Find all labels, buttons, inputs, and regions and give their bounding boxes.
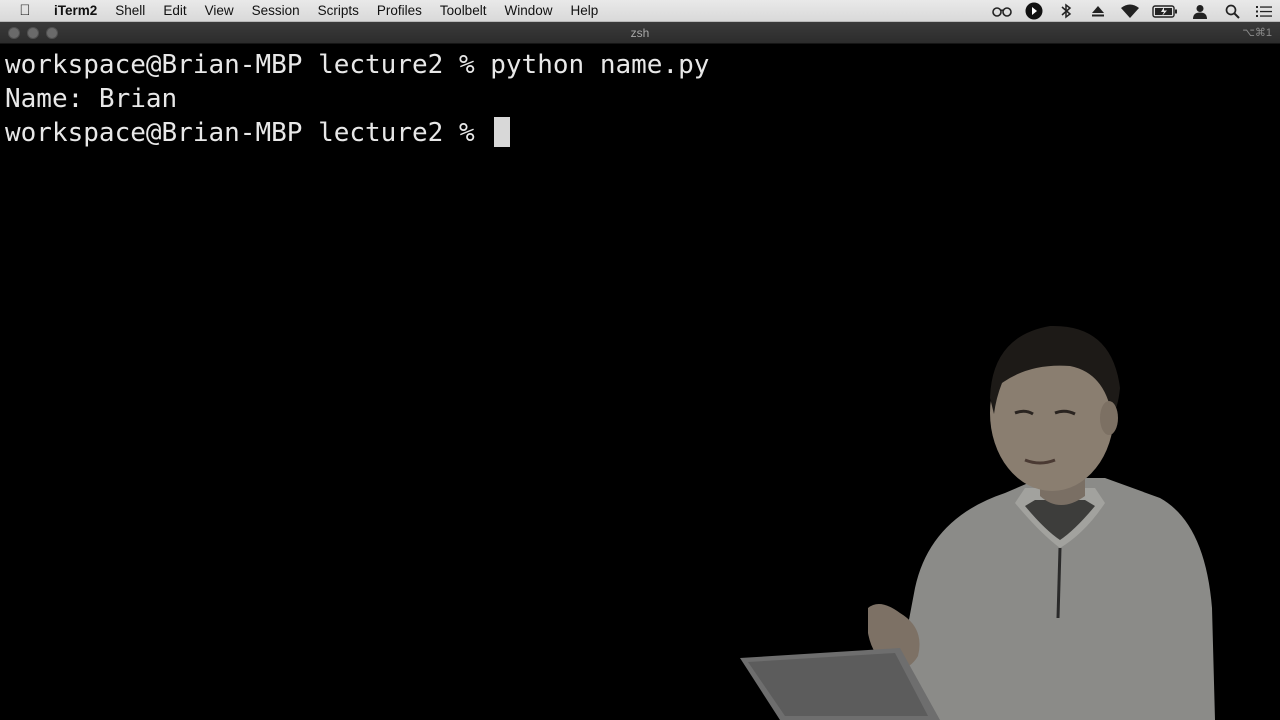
menu-bar:  iTerm2 Shell Edit View Session Scripts…	[0, 0, 1280, 22]
window-shortcut-label: ⌥⌘1	[1242, 27, 1272, 39]
prompt-text: workspace@Brian-MBP lecture2 %	[5, 118, 491, 148]
window-title: zsh	[630, 26, 650, 40]
battery-icon[interactable]	[1152, 2, 1178, 20]
play-icon[interactable]	[1024, 2, 1044, 20]
user-icon[interactable]	[1190, 2, 1210, 20]
menu-app-name[interactable]: iTerm2	[50, 0, 106, 22]
terminal-line-command: workspace@Brian-MBP lecture2 % python na…	[5, 50, 710, 80]
menu-shell[interactable]: Shell	[106, 0, 154, 22]
menu-scripts[interactable]: Scripts	[309, 0, 368, 22]
menu-view[interactable]: View	[196, 0, 243, 22]
terminal-line-prompt: workspace@Brian-MBP lecture2 %	[5, 116, 511, 150]
window-title-bar: zsh ⌥⌘1	[0, 22, 1280, 44]
terminal-cursor	[494, 117, 511, 147]
menu-edit[interactable]: Edit	[154, 0, 195, 22]
wifi-icon[interactable]	[1120, 2, 1140, 20]
menu-help[interactable]: Help	[561, 0, 607, 22]
menu-profiles[interactable]: Profiles	[368, 0, 431, 22]
screen:  iTerm2 Shell Edit View Session Scripts…	[0, 0, 1280, 720]
status-area	[992, 0, 1274, 22]
bluetooth-icon[interactable]	[1056, 2, 1076, 20]
menu-window[interactable]: Window	[495, 0, 561, 22]
glasses-icon[interactable]	[992, 2, 1012, 20]
menu-session[interactable]: Session	[243, 0, 309, 22]
presenter-video	[740, 325, 1215, 720]
menu-toolbelt[interactable]: Toolbelt	[431, 0, 496, 22]
terminal-line-output: Name: Brian	[5, 84, 178, 114]
apple-icon[interactable]: 	[0, 0, 50, 22]
eject-icon[interactable]	[1088, 2, 1108, 20]
list-icon[interactable]	[1254, 2, 1274, 20]
search-icon[interactable]	[1222, 2, 1242, 20]
